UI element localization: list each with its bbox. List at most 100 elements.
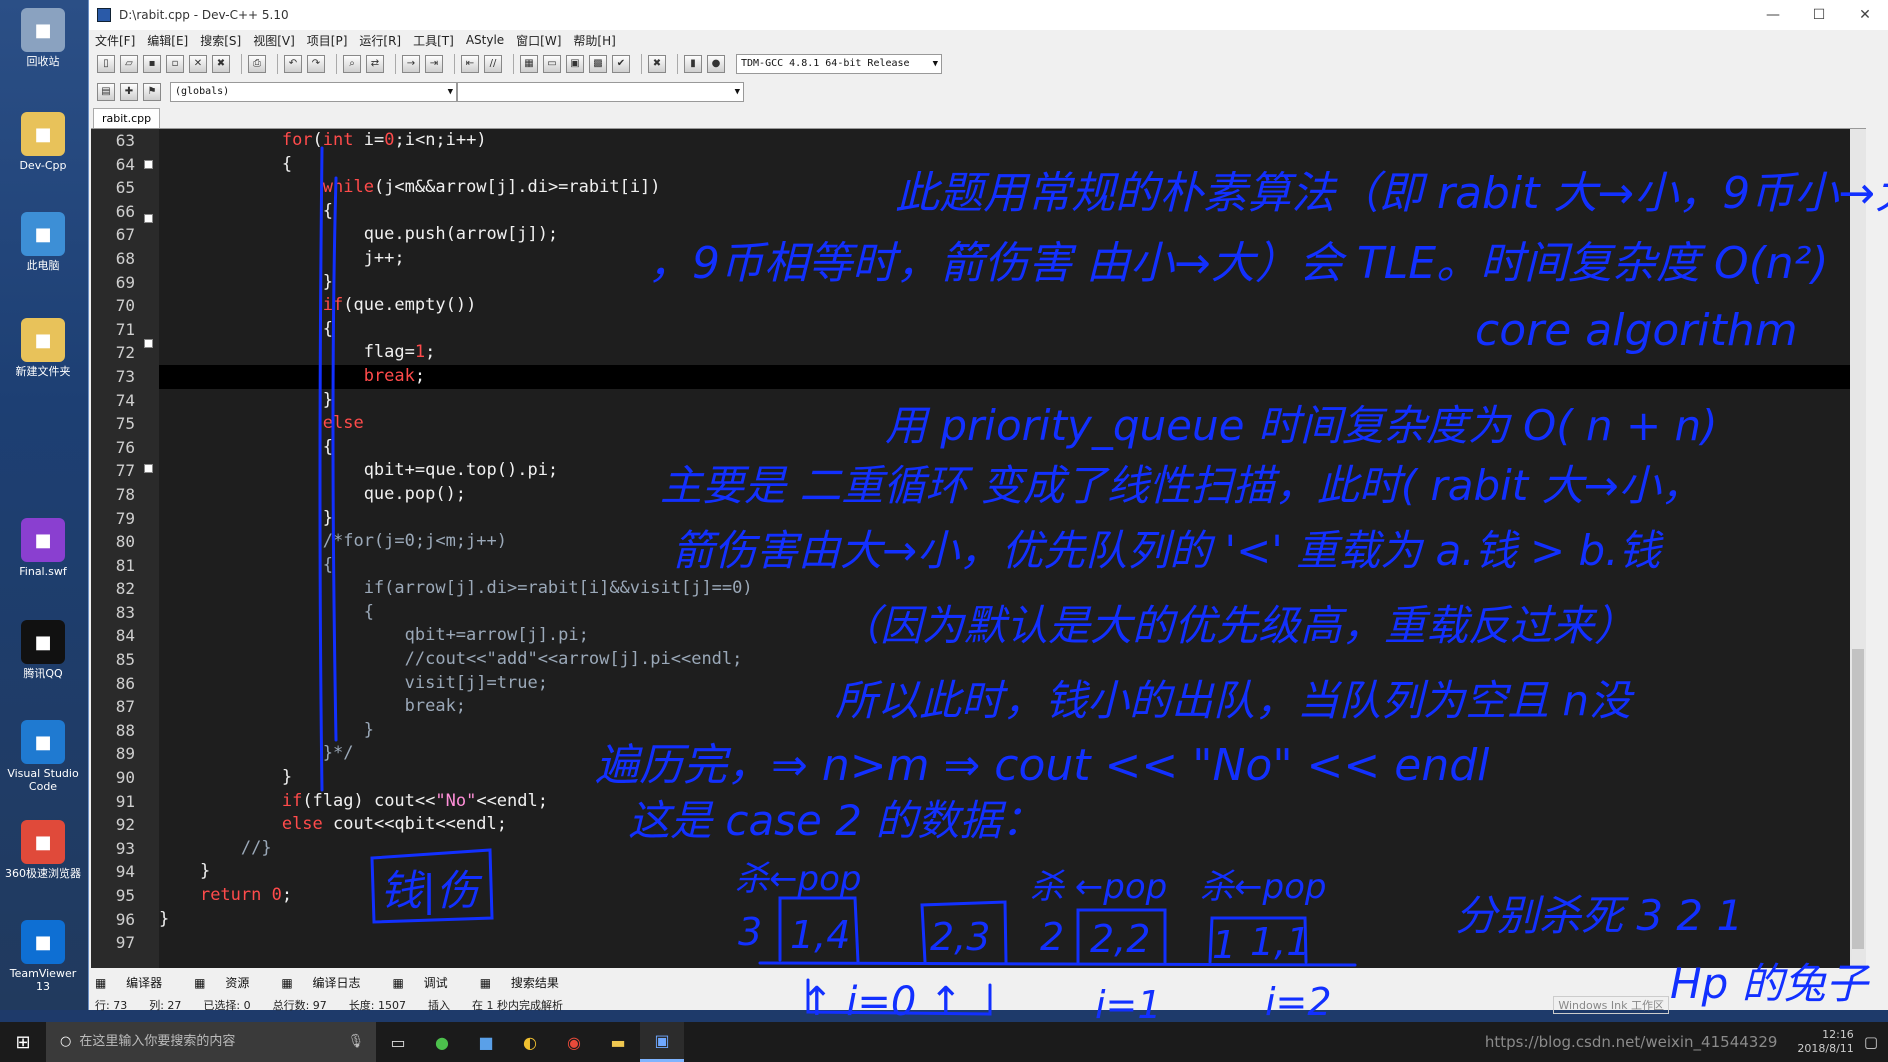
code-line[interactable]: { <box>159 601 1866 625</box>
class-browser-icon[interactable]: ▤ <box>97 83 115 101</box>
code-line[interactable]: for(int i=0;i<n;i++) <box>159 129 1866 153</box>
code-line[interactable]: qbit+=arrow[j].pi; <box>159 624 1866 648</box>
unindent-icon[interactable]: ⇤ <box>461 55 479 73</box>
vertical-scrollbar[interactable] <box>1850 129 1866 969</box>
code-line[interactable]: j++; <box>159 247 1866 271</box>
undo-icon[interactable]: ↶ <box>284 55 302 73</box>
chart-icon[interactable]: ▮ <box>684 55 702 73</box>
menu-item[interactable]: 窗口[W] <box>516 32 561 49</box>
run-icon[interactable]: ▭ <box>543 55 561 73</box>
desktop-icon[interactable]: ■ 新建文件夹 <box>4 318 82 378</box>
menu-item[interactable]: 项目[P] <box>307 32 348 49</box>
clock[interactable]: 12:16 2018/8/11 <box>1797 1028 1853 1056</box>
save-icon[interactable]: ▪ <box>143 55 161 73</box>
code-line[interactable]: { <box>159 153 1866 177</box>
desktop-icon[interactable]: ■ 此电脑 <box>4 212 82 272</box>
code-line[interactable]: } <box>159 860 1866 884</box>
fold-toggle-icon[interactable] <box>144 463 153 473</box>
desktop-icon[interactable]: ■ 腾讯QQ <box>4 620 82 680</box>
wechat-icon[interactable]: ● <box>420 1022 464 1062</box>
bookmark-icon[interactable]: ⚑ <box>143 83 161 101</box>
task-view-icon[interactable]: ▭ <box>376 1022 420 1062</box>
code-line[interactable]: if(arrow[j].di>=rabit[i]&&visit[j]==0) <box>159 577 1866 601</box>
panel-tab[interactable]: ▦ 资源 <box>194 974 265 991</box>
code-line[interactable]: } <box>159 389 1866 413</box>
print-icon[interactable]: ⎙ <box>248 55 266 73</box>
code-line[interactable]: return 0; <box>159 884 1866 908</box>
find-icon[interactable]: ⌕ <box>343 55 361 73</box>
scrollbar-thumb[interactable] <box>1852 649 1864 949</box>
menu-item[interactable]: 搜索[S] <box>200 32 241 49</box>
code-line[interactable] <box>159 931 1866 955</box>
app-yellow-icon[interactable]: ◐ <box>508 1022 552 1062</box>
code-line[interactable]: que.pop(); <box>159 483 1866 507</box>
notification-icon[interactable]: ▢ <box>1864 1033 1878 1051</box>
code-line[interactable]: while(j<m&&arrow[j].di>=rabit[i]) <box>159 176 1866 200</box>
compile-icon[interactable]: ▦ <box>520 55 538 73</box>
close-file-icon[interactable]: ✕ <box>189 55 207 73</box>
code-line[interactable]: visit[j]=true; <box>159 672 1866 696</box>
code-line[interactable]: qbit+=que.top().pi; <box>159 459 1866 483</box>
redo-icon[interactable]: ↷ <box>307 55 325 73</box>
code-line[interactable]: //} <box>159 837 1866 861</box>
tab-rabit-cpp[interactable]: rabit.cpp <box>93 108 161 128</box>
code-line[interactable]: { <box>159 436 1866 460</box>
code-line[interactable]: /*for(j=0;j<m;j++) <box>159 530 1866 554</box>
microphone-icon[interactable]: 🎙 <box>347 1022 364 1062</box>
code-line[interactable]: { <box>159 200 1866 224</box>
code-line[interactable]: //cout<<"add"<<arrow[j].pi<<endl; <box>159 648 1866 672</box>
menu-item[interactable]: 运行[R] <box>359 32 401 49</box>
panel-tab[interactable]: ▦ 调试 <box>393 974 464 991</box>
menu-item[interactable]: 文件[F] <box>95 32 135 49</box>
menu-item[interactable]: 工具[T] <box>413 32 454 49</box>
compiler-select[interactable]: TDM-GCC 4.8.1 64-bit Release ▼ <box>736 54 942 74</box>
minimize-icon[interactable]: — <box>1750 7 1796 23</box>
check-icon[interactable]: ✔ <box>612 55 630 73</box>
code-line[interactable]: } <box>159 766 1866 790</box>
menu-item[interactable]: 视图[V] <box>253 32 295 49</box>
code-line[interactable]: if(flag) cout<<"No"<<endl; <box>159 790 1866 814</box>
desktop-icon[interactable]: ■ Final.swf <box>4 518 82 578</box>
fold-toggle-icon[interactable] <box>144 338 153 348</box>
menu-item[interactable]: AStyle <box>466 33 504 47</box>
desktop-icon[interactable]: ■ Dev-Cpp <box>4 112 82 172</box>
code-line[interactable]: { <box>159 318 1866 342</box>
code-line[interactable]: }*/ <box>159 742 1866 766</box>
windows-start-icon[interactable]: ⊞ <box>0 1032 46 1053</box>
code-line[interactable]: } <box>159 719 1866 743</box>
stop-icon[interactable]: ✖ <box>648 55 666 73</box>
rebuild-icon[interactable]: ▩ <box>589 55 607 73</box>
fold-toggle-icon[interactable] <box>144 159 153 169</box>
code-line[interactable]: { <box>159 554 1866 578</box>
fold-toggle-icon[interactable] <box>144 213 153 223</box>
compile-run-icon[interactable]: ▣ <box>566 55 584 73</box>
insert-icon[interactable]: ✚ <box>120 83 138 101</box>
menu-item[interactable]: 帮助[H] <box>573 32 615 49</box>
indent-icon[interactable]: ⇥ <box>425 55 443 73</box>
code-line[interactable]: break; <box>159 695 1866 719</box>
panel-tab[interactable]: ▦ 搜索结果 <box>480 974 575 991</box>
scope-select[interactable]: (globals) ▼ <box>170 82 457 102</box>
maximize-icon[interactable]: ☐ <box>1796 7 1842 23</box>
code-line[interactable]: que.push(arrow[j]); <box>159 223 1866 247</box>
close-icon[interactable]: ✕ <box>1842 7 1888 23</box>
function-select[interactable]: ▼ <box>457 82 744 102</box>
code-editor[interactable]: 63 64 65 66 67 68 69 70 71 72 73 74 75 76 77 78 79 80 81 82… <box>91 128 1866 969</box>
devcpp-taskbar-icon[interactable]: ▣ <box>640 1022 684 1062</box>
code-area[interactable]: for(int i=0;i<n;i++) { while(j<m&&arrow[… <box>159 129 1866 968</box>
goto-icon[interactable]: → <box>402 55 420 73</box>
panel-tab[interactable]: ▦ 编译日志 <box>281 974 376 991</box>
new-file-icon[interactable]: ▯ <box>97 55 115 73</box>
app-blue-icon[interactable]: ■ <box>464 1022 508 1062</box>
menu-item[interactable]: 编辑[E] <box>147 32 188 49</box>
code-line[interactable]: else <box>159 412 1866 436</box>
save-all-icon[interactable]: ▫ <box>166 55 184 73</box>
debug-icon[interactable]: ● <box>707 55 725 73</box>
desktop-icon[interactable]: ■ 360极速浏览器 <box>4 820 82 880</box>
desktop-icon[interactable]: ■ 回收站 <box>4 8 82 68</box>
toggle-comment-icon[interactable]: // <box>484 55 502 73</box>
file-explorer-icon[interactable]: ▬ <box>596 1022 640 1062</box>
code-line[interactable]: } <box>159 271 1866 295</box>
chrome-icon[interactable]: ◉ <box>552 1022 596 1062</box>
code-line[interactable]: break; <box>159 364 1866 389</box>
